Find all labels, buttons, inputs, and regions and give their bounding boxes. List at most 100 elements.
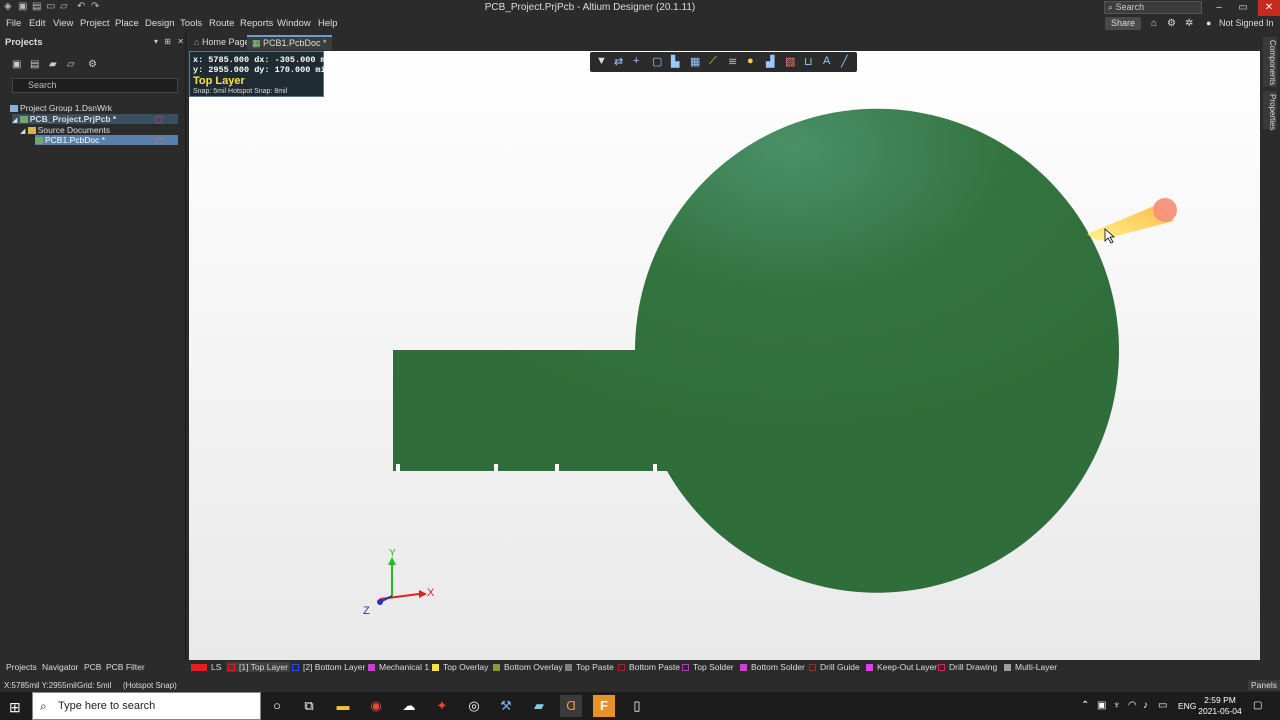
place-text-icon[interactable]: A [823,55,830,67]
app-red-icon[interactable]: ✦ [431,695,453,717]
wifi-icon[interactable]: ◠ [1128,700,1137,711]
app-circle-icon[interactable]: ◎ [463,695,485,717]
app-f-icon[interactable]: F [593,695,615,717]
menu-reports[interactable]: Reports [240,18,273,29]
tab-pcb-document[interactable]: ▦ PCB1.PcbDoc * [247,35,332,50]
layer-tab-top-overlay[interactable]: Top Overlay [432,662,488,672]
notification-icon[interactable]: ▢ [1253,700,1262,711]
app-paper-icon[interactable]: ▰ [528,695,550,717]
volume-icon[interactable]: ♪ [1143,700,1148,711]
menu-window[interactable]: Window [277,18,311,29]
layer-tab-top-layer[interactable]: [1] Top Layer [226,662,290,672]
keepout-icon[interactable]: ▧ [785,55,795,68]
layer-tab-drill-guide[interactable]: Drill Guide [809,662,860,672]
task-view-icon[interactable]: ⧉ [298,695,320,717]
tab-home-page[interactable]: ⌂ Home Page [189,35,254,50]
place-component-icon[interactable]: ▙ [671,55,679,68]
save-all-project-icon[interactable]: ▤ [30,59,39,70]
home-icon[interactable]: ⌂ [1151,18,1157,29]
place-fill-icon[interactable]: ▦ [690,55,700,68]
pin-icon[interactable]: ⊞ [164,37,171,46]
save-project-icon[interactable]: ▣ [12,59,21,70]
layer-tab-multi-layer[interactable]: Multi-Layer [1004,662,1057,672]
gear-icon[interactable]: ⚙ [1167,18,1176,29]
extensions-icon[interactable]: ✲ [1185,18,1193,29]
microphone-icon[interactable]: ♆ [1113,700,1121,711]
menu-project[interactable]: Project [80,18,110,29]
share-button[interactable]: Share [1105,17,1141,30]
panel-tab-projects[interactable]: Projects [6,662,37,672]
panel-tab-navigator[interactable]: Navigator [42,662,78,672]
file-explorer-icon[interactable]: ▬ [332,695,354,717]
close-button[interactable]: ✕ [1258,0,1280,16]
menu-tools[interactable]: Tools [180,18,202,29]
layer-tab-bottom-overlay[interactable]: Bottom Overlay [493,662,563,672]
tree-pcb-project[interactable]: ◢ PCB_Project.PrjPcb * ▢ [12,114,178,124]
place-line-icon[interactable]: ╱ [841,55,848,68]
menu-file[interactable]: File [6,18,21,29]
projects-search-input[interactable]: Search [12,78,178,93]
panels-button[interactable]: Panels [1248,680,1280,690]
title-search-input[interactable]: ⌕ Search [1104,1,1202,14]
layer-label: Mechanical 1 [379,662,430,672]
layer-set-tab[interactable]: LS [191,662,221,672]
layer-tab-top-solder[interactable]: Top Solder [682,662,734,672]
pcb-canvas[interactable]: X Y Z x: 5785.000 dx: -305.000 mil y: 29… [189,51,1260,660]
components-tab[interactable]: Components [1263,37,1277,87]
select-rectangle-icon[interactable]: ▢ [652,55,662,68]
layer-tab-keep-out[interactable]: Keep-Out Layer [866,662,937,672]
tree-pcb-document[interactable]: PCB1.PcbDoc * ▢ [35,135,178,145]
windows-start-icon[interactable]: ⊞ [9,699,21,716]
filter-icon[interactable]: ▼ [596,55,607,67]
place-via-icon[interactable]: ● [747,55,754,67]
layer-tab-top-paste[interactable]: Top Paste [565,662,614,672]
menu-help[interactable]: Help [318,18,338,29]
panel-menu-icon[interactable]: ▾ [154,37,158,46]
open-document-icon[interactable]: ▱ [67,59,75,70]
menu-edit[interactable]: Edit [29,18,45,29]
board-outline[interactable] [393,108,1119,593]
place-cross-icon[interactable]: + [633,55,639,67]
panel-close-icon[interactable]: ✕ [177,37,184,46]
layer-color-swatch [493,664,500,671]
altium-designer-icon[interactable]: Ɑ [560,695,582,717]
cortana-icon[interactable]: ○ [266,695,288,717]
panel-tab-pcb[interactable]: PCB [84,662,101,672]
tree-source-documents[interactable]: ◢ Source Documents [20,125,178,135]
user-icon[interactable]: ● [1206,18,1211,28]
maximize-button[interactable]: ▭ [1232,0,1254,16]
chrome-icon[interactable]: ◉ [365,695,387,717]
layer-tab-bottom-paste[interactable]: Bottom Paste [618,662,680,672]
panel-tab-pcb-filter[interactable]: PCB Filter [106,662,145,672]
properties-tab[interactable]: Properties [1263,91,1277,130]
tree-project-group[interactable]: Project Group 1.DsnWrk [10,103,178,113]
place-track-icon[interactable]: ⟋ [709,55,717,68]
tray-device-icon[interactable]: ▣ [1097,700,1106,711]
layer-label: Multi-Layer [1015,662,1058,672]
document-icon[interactable]: ▯ [626,695,648,717]
app-cloud-icon[interactable]: ☁ [398,695,420,717]
right-panel-strip: Components Properties [1260,34,1280,660]
layer-tab-mechanical-1[interactable]: Mechanical 1 [368,662,429,672]
place-polygon-icon[interactable]: ▟ [766,55,774,68]
app-tool-icon[interactable]: ⚒ [495,695,517,717]
minimize-button[interactable]: – [1208,0,1230,16]
input-language[interactable]: ENG [1178,701,1196,711]
axis-z-label: Z [363,605,370,617]
layer-tab-drill-drawing[interactable]: Drill Drawing [938,662,997,672]
menu-design[interactable]: Design [145,18,175,29]
sign-in-status[interactable]: Not Signed In [1219,18,1274,28]
place-dimension-icon[interactable]: ⊔ [804,55,813,68]
menu-route[interactable]: Route [209,18,234,29]
battery-icon[interactable]: ▭ [1158,700,1167,711]
open-folder-project-icon[interactable]: ▰ [49,59,57,70]
tray-chevron-icon[interactable]: ⌃ [1081,700,1089,711]
clock[interactable]: 2:59 PM 2021-05-04 [1198,695,1242,717]
interactive-route-icon[interactable]: ⇄ [614,55,623,68]
menu-view[interactable]: View [53,18,73,29]
layer-tab-bottom-solder[interactable]: Bottom Solder [740,662,805,672]
menu-place[interactable]: Place [115,18,139,29]
project-options-gear-icon[interactable]: ⚙ [88,59,97,70]
layer-tab-bottom-layer[interactable]: [2] Bottom Layer [292,662,365,672]
multi-route-icon[interactable]: ≋ [728,55,737,68]
